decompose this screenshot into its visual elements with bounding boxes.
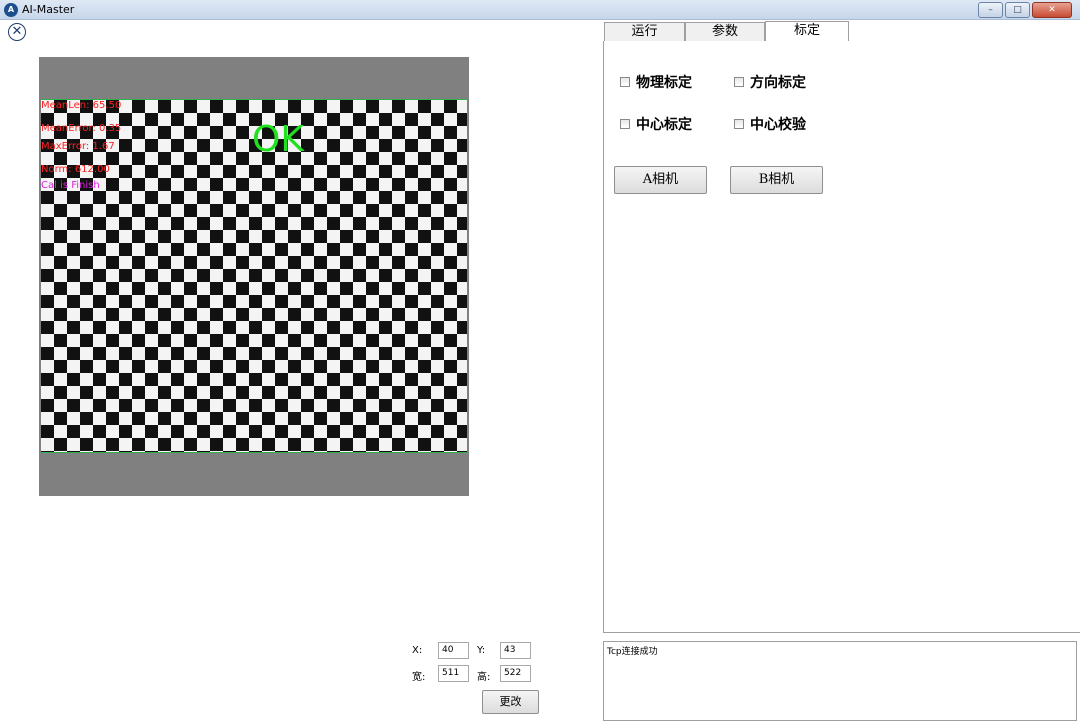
ok-status-text: OK	[252, 119, 304, 160]
camera-image-view[interactable]: MeanLen: 65.50 MeanError: 0.35 MaxError:…	[39, 57, 469, 496]
window-title: AI-Master	[22, 3, 75, 16]
overlay-cal-status: Cal is Finish	[41, 180, 100, 191]
x-label: X:	[412, 645, 423, 656]
change-button[interactable]: 更改	[482, 690, 539, 714]
tab-bar: 运行 参数 标定	[604, 21, 1080, 43]
checkbox-label: 物理标定	[636, 75, 692, 91]
tab-params[interactable]: 参数	[685, 22, 765, 42]
direction-calibration-checkbox[interactable]: 方向标定	[734, 72, 806, 92]
center-calibration-checkbox[interactable]: 中心标定	[620, 114, 692, 134]
camera-b-button[interactable]: B相机	[730, 166, 823, 194]
checkbox-box	[734, 77, 744, 87]
checkbox-label: 中心校验	[750, 117, 806, 133]
tab-calibration[interactable]: 标定	[765, 21, 849, 43]
title-bar: A AI-Master – □ ✕	[0, 0, 1080, 20]
checkbox-box	[734, 119, 744, 129]
checkbox-box	[620, 77, 630, 87]
height-label: 高:	[477, 672, 491, 683]
overlay-mean-error: MeanError: 0.35	[41, 123, 122, 134]
calibration-panel: 物理标定 方向标定 中心标定 中心校验 A相机 B相机	[603, 41, 1080, 633]
checkbox-box	[620, 119, 630, 129]
height-field[interactable]: 522	[500, 665, 531, 682]
overlay-max-error: MaxError: 1.67	[41, 141, 115, 152]
close-button[interactable]: ✕	[1032, 2, 1072, 18]
checkbox-label: 方向标定	[750, 75, 806, 91]
overlay-mean-len: MeanLen: 65.50	[41, 100, 122, 111]
tab-run[interactable]: 运行	[604, 22, 685, 42]
x-field[interactable]: 40	[438, 642, 469, 659]
overlay-norm: Norm: 612.00	[41, 164, 110, 175]
y-label: Y:	[477, 645, 486, 656]
width-field[interactable]: 511	[438, 665, 469, 682]
physical-calibration-checkbox[interactable]: 物理标定	[620, 72, 692, 92]
close-circle-icon[interactable]: ✕	[8, 23, 26, 41]
camera-a-button[interactable]: A相机	[614, 166, 707, 194]
maximize-button[interactable]: □	[1005, 2, 1030, 18]
log-output[interactable]: Tcp连接成功	[603, 641, 1077, 721]
center-verify-checkbox[interactable]: 中心校验	[734, 114, 806, 134]
window-controls: – □ ✕	[978, 2, 1072, 18]
minimize-button[interactable]: –	[978, 2, 1003, 18]
app-logo-icon: A	[4, 3, 18, 17]
y-field[interactable]: 43	[500, 642, 531, 659]
width-label: 宽:	[412, 672, 426, 683]
checkbox-label: 中心标定	[636, 117, 692, 133]
